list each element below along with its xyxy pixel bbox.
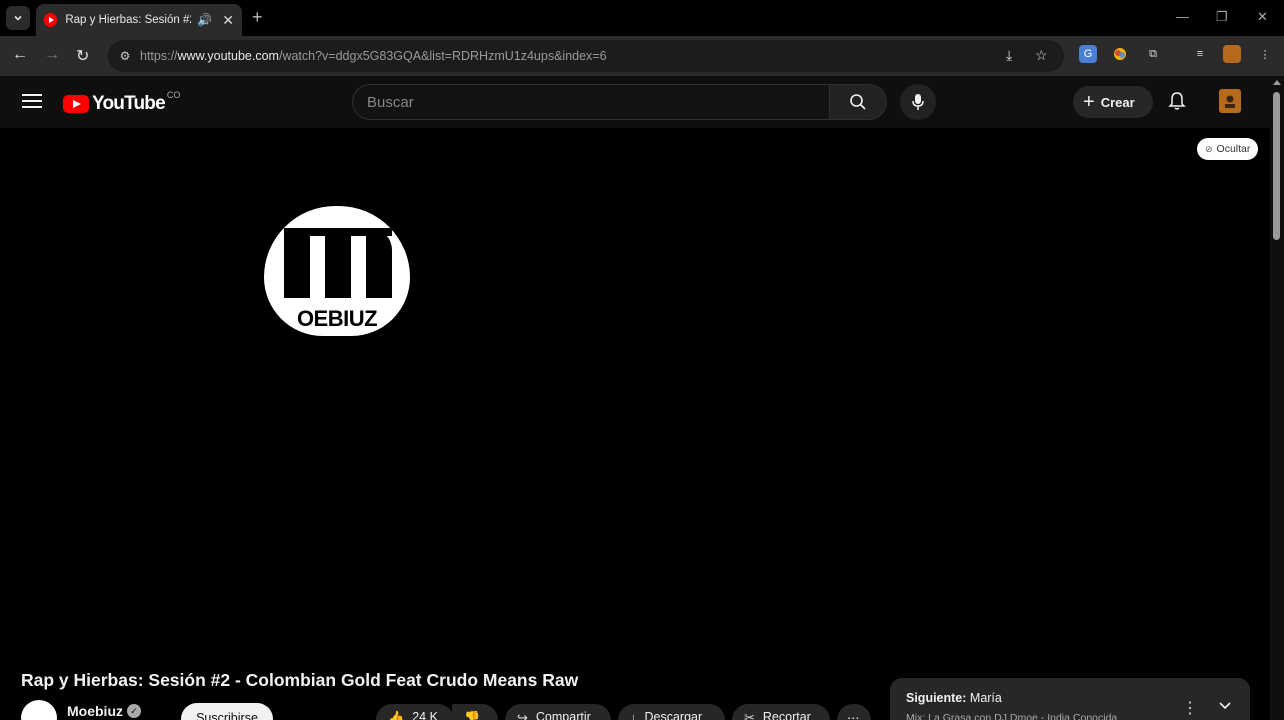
close-window-icon[interactable]: ✕ bbox=[1257, 9, 1268, 25]
region-code: CO bbox=[166, 90, 181, 100]
like-button[interactable]: 👍 24 K bbox=[376, 704, 454, 720]
menu-icon[interactable] bbox=[22, 94, 42, 108]
more-actions-button[interactable]: ⋯ bbox=[837, 704, 871, 720]
translate-extension-icon[interactable]: G bbox=[1079, 45, 1097, 63]
extensions-puzzle-icon[interactable]: ⧉ bbox=[1144, 45, 1162, 63]
thumbs-down-icon: 👎 bbox=[464, 710, 481, 720]
restore-icon[interactable]: ❐ bbox=[1216, 9, 1228, 25]
m-logo-mark bbox=[284, 228, 392, 298]
channel-logo-in-video: OEBIUZ bbox=[264, 206, 410, 336]
video-title: Rap y Hierbas: Sesión #2 - Colombian Gol… bbox=[21, 670, 579, 690]
download-icon: ↓ bbox=[630, 710, 637, 720]
microphone-icon bbox=[912, 94, 924, 110]
tab-title: Rap y Hierbas: Sesión #2 - ( bbox=[65, 14, 191, 26]
scroll-up-arrow-icon[interactable] bbox=[1273, 80, 1281, 85]
voice-search-button[interactable] bbox=[900, 84, 936, 120]
scroll-thumb[interactable] bbox=[1273, 92, 1280, 240]
page-scrollbar[interactable] bbox=[1270, 76, 1284, 720]
more-vertical-icon[interactable]: ⋮ bbox=[1182, 698, 1198, 718]
dislike-button[interactable]: 👎 bbox=[452, 704, 498, 720]
search-icon bbox=[850, 94, 866, 110]
close-tab-icon[interactable]: ✕ bbox=[222, 12, 234, 29]
up-next-panel[interactable]: Siguiente: María Mix: La Grasa con DJ Dm… bbox=[890, 678, 1250, 720]
media-control-icon[interactable]: ≡ bbox=[1191, 45, 1209, 63]
eye-off-icon: ⊘ bbox=[1205, 143, 1213, 154]
channel-name[interactable]: Moebiuz bbox=[67, 703, 123, 719]
notifications-button[interactable] bbox=[1168, 91, 1186, 116]
up-next-label: Siguiente: María bbox=[906, 691, 1002, 705]
youtube-play-logo-icon bbox=[63, 95, 89, 113]
forward-icon[interactable]: → bbox=[44, 46, 60, 64]
chevron-down-icon bbox=[14, 15, 22, 21]
hide-button[interactable]: ⊘ Ocultar bbox=[1197, 138, 1259, 160]
channel-avatar[interactable] bbox=[21, 700, 57, 720]
search-button[interactable] bbox=[830, 84, 887, 120]
download-button[interactable]: ↓ Descargar bbox=[618, 704, 725, 720]
clip-button[interactable]: ✂ Recortar bbox=[732, 704, 830, 720]
site-info-icon[interactable]: ⚙ bbox=[116, 47, 134, 65]
back-icon[interactable]: ← bbox=[12, 46, 28, 64]
profile-avatar-icon[interactable] bbox=[1223, 45, 1241, 63]
youtube-logo[interactable]: YouTube CO bbox=[63, 90, 181, 115]
expand-chevron-icon[interactable] bbox=[1218, 698, 1232, 716]
bookmark-star-icon[interactable]: ☆ bbox=[1035, 47, 1048, 64]
new-tab-icon[interactable]: + bbox=[252, 7, 263, 28]
color-extension-icon[interactable] bbox=[1111, 45, 1129, 63]
create-button[interactable]: + Crear bbox=[1073, 86, 1153, 118]
more-horizontal-icon: ⋯ bbox=[847, 711, 860, 720]
browser-menu-icon[interactable]: ⋮ bbox=[1256, 45, 1274, 63]
logo-wordmark: OEBIUZ bbox=[296, 306, 378, 331]
browser-tab-active[interactable]: Rap y Hierbas: Sesión #2 - ( 🔊 ✕ bbox=[36, 4, 242, 36]
search-box bbox=[352, 84, 887, 120]
browser-tab-strip: Rap y Hierbas: Sesión #2 - ( 🔊 ✕ + — ❐ ✕ bbox=[0, 0, 1284, 36]
user-avatar-icon bbox=[1225, 95, 1235, 108]
minimize-icon[interactable]: — bbox=[1176, 9, 1189, 24]
install-app-icon[interactable]: ⤓ bbox=[1006, 47, 1012, 64]
thumbs-up-icon: 👍 bbox=[388, 710, 405, 720]
tab-list-button[interactable] bbox=[6, 6, 30, 30]
verified-check-icon: ✓ bbox=[127, 704, 141, 718]
share-arrow-icon: ↪ bbox=[517, 710, 528, 720]
scissors-icon: ✂ bbox=[744, 710, 755, 720]
account-avatar[interactable] bbox=[1219, 89, 1241, 113]
youtube-favicon-icon bbox=[44, 13, 58, 27]
url-text[interactable]: https://www.youtube.com/watch?v=ddgx5G83… bbox=[140, 49, 607, 63]
address-bar[interactable]: ⚙ https://www.youtube.com/watch?v=ddgx5G… bbox=[108, 40, 1064, 72]
share-button[interactable]: ↪ Compartir bbox=[505, 704, 611, 720]
youtube-header: YouTube CO + Crear bbox=[0, 76, 1270, 128]
search-input[interactable] bbox=[352, 84, 830, 120]
reload-icon[interactable]: ↻ bbox=[76, 46, 89, 66]
speaker-icon[interactable]: 🔊 bbox=[197, 13, 212, 27]
mix-subtitle: Mix: La Grasa con DJ Dmoe - India Conoci… bbox=[906, 712, 1118, 720]
subscribe-button[interactable]: Suscribirse bbox=[181, 703, 273, 720]
plus-icon: + bbox=[1083, 90, 1095, 113]
bell-icon bbox=[1168, 92, 1186, 110]
video-player[interactable]: ⊘ Ocultar OEBIUZ bbox=[0, 128, 1270, 656]
